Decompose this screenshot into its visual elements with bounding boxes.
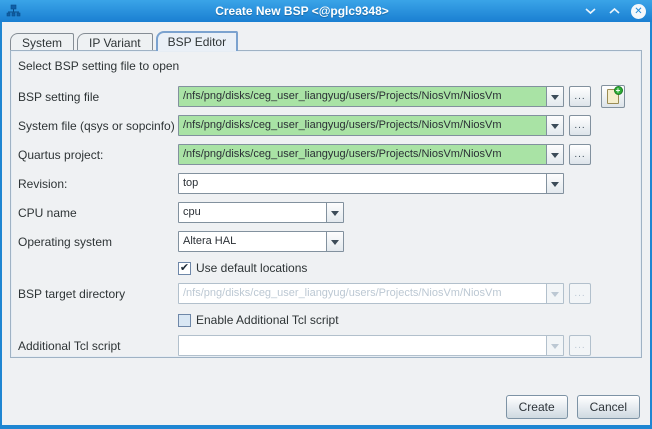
create-button[interactable]: Create	[506, 395, 568, 419]
plus-badge-icon: +	[614, 86, 623, 95]
bsp-target-directory-row: BSP target directory /nfs/png/disks/ceg_…	[18, 283, 634, 304]
system-file-row: System file (qsys or sopcinfo) /nfs/png/…	[18, 115, 634, 136]
quartus-project-label: Quartus project:	[18, 148, 178, 162]
bsp-target-directory-browse-button: ...	[569, 283, 591, 304]
use-default-locations-label[interactable]: Use default locations	[196, 261, 307, 275]
enable-additional-tcl-label[interactable]: Enable Additional Tcl script	[196, 313, 339, 327]
operating-system-label: Operating system	[18, 235, 178, 249]
operating-system-value: Altera HAL	[179, 232, 326, 251]
chevron-down-icon	[331, 240, 339, 249]
operating-system-combobox[interactable]: Altera HAL	[178, 231, 344, 252]
additional-tcl-script-label: Additional Tcl script	[18, 339, 178, 353]
cpu-name-dropdown[interactable]	[326, 203, 343, 222]
new-bsp-file-button[interactable]: +	[601, 85, 625, 108]
window-title: Create New BSP <@pglc9348>	[27, 4, 577, 18]
additional-tcl-script-value	[179, 336, 546, 355]
use-default-locations-row: ✔ Use default locations	[178, 260, 634, 276]
bsp-setting-file-label: BSP setting file	[18, 90, 178, 104]
checkmark-icon: ✔	[180, 263, 189, 274]
chevron-up-icon	[609, 7, 620, 15]
additional-tcl-script-row: Additional Tcl script ...	[18, 335, 634, 356]
maximize-button[interactable]	[607, 4, 622, 19]
additional-tcl-script-combobox	[178, 335, 564, 356]
tab-bar: System IP Variant BSP Editor	[10, 30, 650, 50]
quartus-project-dropdown[interactable]	[546, 145, 563, 164]
tab-ip-variant[interactable]: IP Variant	[77, 33, 153, 50]
revision-label: Revision:	[18, 177, 178, 191]
bsp-setting-file-row: BSP setting file /nfs/png/disks/ceg_user…	[18, 86, 634, 107]
titlebar[interactable]: Create New BSP <@pglc9348> ✕	[0, 0, 652, 22]
quartus-project-value: /nfs/png/disks/ceg_user_liangyug/users/P…	[179, 145, 546, 164]
bsp-setting-file-dropdown[interactable]	[546, 87, 563, 106]
new-file-icon: +	[607, 89, 619, 104]
enable-additional-tcl-checkbox[interactable]	[178, 314, 191, 327]
chevron-down-icon	[551, 153, 559, 162]
enable-additional-tcl-row: Enable Additional Tcl script	[178, 312, 634, 328]
revision-row: Revision: top	[18, 173, 634, 194]
cpu-name-combobox[interactable]: cpu	[178, 202, 344, 223]
dialog-buttons: Create Cancel	[506, 395, 640, 419]
system-file-value: /nfs/png/disks/ceg_user_liangyug/users/P…	[179, 116, 546, 135]
additional-tcl-script-browse-button: ...	[569, 335, 591, 356]
chevron-down-icon	[551, 292, 559, 301]
chevron-down-icon	[585, 7, 596, 15]
additional-tcl-script-dropdown	[546, 336, 563, 355]
revision-dropdown[interactable]	[546, 174, 563, 193]
quartus-project-combobox[interactable]: /nfs/png/disks/ceg_user_liangyug/users/P…	[178, 144, 564, 165]
minimize-button[interactable]	[583, 4, 598, 19]
bsp-target-directory-value: /nfs/png/disks/ceg_user_liangyug/users/P…	[179, 284, 546, 303]
create-new-bsp-dialog: Create New BSP <@pglc9348> ✕ System IP V…	[0, 0, 652, 429]
bsp-target-directory-combobox: /nfs/png/disks/ceg_user_liangyug/users/P…	[178, 283, 564, 304]
system-file-label: System file (qsys or sopcinfo)	[18, 119, 178, 133]
quartus-project-row: Quartus project: /nfs/png/disks/ceg_user…	[18, 144, 634, 165]
bsp-setting-file-combobox[interactable]: /nfs/png/disks/ceg_user_liangyug/users/P…	[178, 86, 564, 107]
revision-combobox[interactable]: top	[178, 173, 564, 194]
close-button[interactable]: ✕	[631, 4, 646, 19]
operating-system-row: Operating system Altera HAL	[18, 231, 634, 252]
tab-bsp-editor[interactable]: BSP Editor	[156, 31, 238, 51]
chevron-down-icon	[551, 182, 559, 191]
revision-value: top	[179, 174, 546, 193]
dialog-content: System IP Variant BSP Editor Select BSP …	[2, 22, 650, 425]
use-default-locations-checkbox[interactable]: ✔	[178, 262, 191, 275]
cpu-name-row: CPU name cpu	[18, 202, 634, 223]
close-icon: ✕	[631, 4, 646, 19]
quartus-project-browse-button[interactable]: ...	[569, 144, 591, 165]
chevron-down-icon	[551, 344, 559, 353]
system-file-browse-button[interactable]: ...	[569, 115, 591, 136]
system-file-combobox[interactable]: /nfs/png/disks/ceg_user_liangyug/users/P…	[178, 115, 564, 136]
bsp-target-directory-label: BSP target directory	[18, 287, 178, 301]
panel-heading: Select BSP setting file to open	[18, 59, 634, 74]
titlebar-controls: ✕	[583, 4, 646, 19]
chevron-down-icon	[331, 211, 339, 220]
chevron-down-icon	[551, 95, 559, 104]
app-network-icon	[6, 4, 21, 19]
chevron-down-icon	[551, 124, 559, 133]
bsp-setting-file-value: /nfs/png/disks/ceg_user_liangyug/users/P…	[179, 87, 546, 106]
cpu-name-value: cpu	[179, 203, 326, 222]
cpu-name-label: CPU name	[18, 206, 178, 220]
bsp-setting-file-browse-button[interactable]: ...	[569, 86, 591, 107]
cancel-button[interactable]: Cancel	[577, 395, 640, 419]
tab-system[interactable]: System	[10, 33, 74, 50]
system-file-dropdown[interactable]	[546, 116, 563, 135]
operating-system-dropdown[interactable]	[326, 232, 343, 251]
bsp-target-directory-dropdown	[546, 284, 563, 303]
bsp-editor-panel: Select BSP setting file to open BSP sett…	[10, 50, 642, 358]
